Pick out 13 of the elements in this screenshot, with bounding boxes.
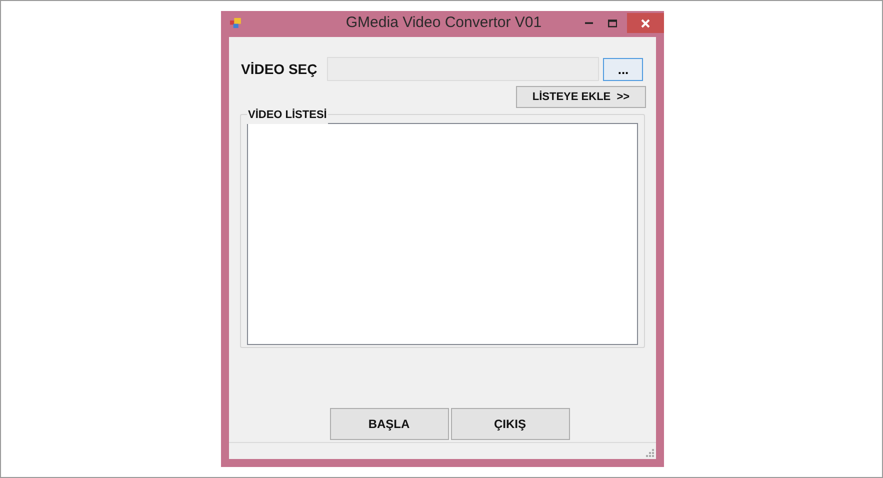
video-select-label: VİDEO SEÇ <box>241 60 318 79</box>
maximize-icon[interactable] <box>608 18 618 28</box>
close-button[interactable] <box>627 13 664 33</box>
browse-button[interactable]: ... <box>603 58 644 80</box>
start-button[interactable]: BAŞLA <box>330 408 448 440</box>
window-title: GMedia Video Convertor V01 <box>346 12 542 33</box>
app-icon <box>230 17 241 29</box>
resize-grip-icon[interactable] <box>646 449 654 457</box>
minimize-icon[interactable] <box>584 22 593 24</box>
close-icon <box>641 18 650 28</box>
exit-button[interactable]: ÇIKIŞ <box>450 408 570 440</box>
group-title: VİDEO LİSTESİ <box>247 107 328 124</box>
add-to-list-button[interactable]: LİSTEYE EKLE >> <box>516 86 646 108</box>
